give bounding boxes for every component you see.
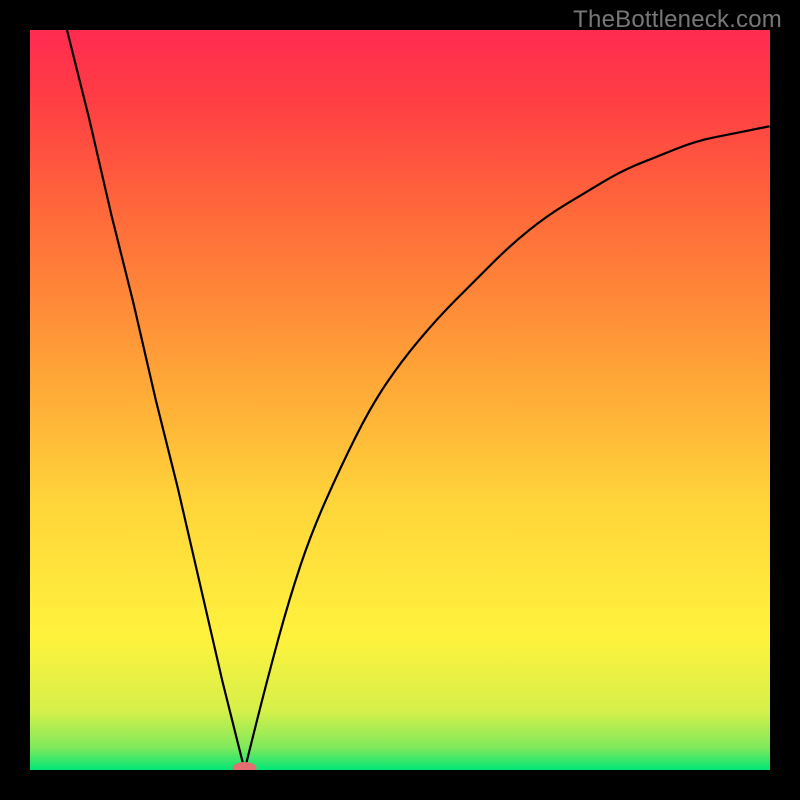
chart-frame: TheBottleneck.com <box>0 0 800 800</box>
gradient-background <box>30 30 770 770</box>
plot-area <box>30 30 770 770</box>
chart-svg <box>30 30 770 770</box>
